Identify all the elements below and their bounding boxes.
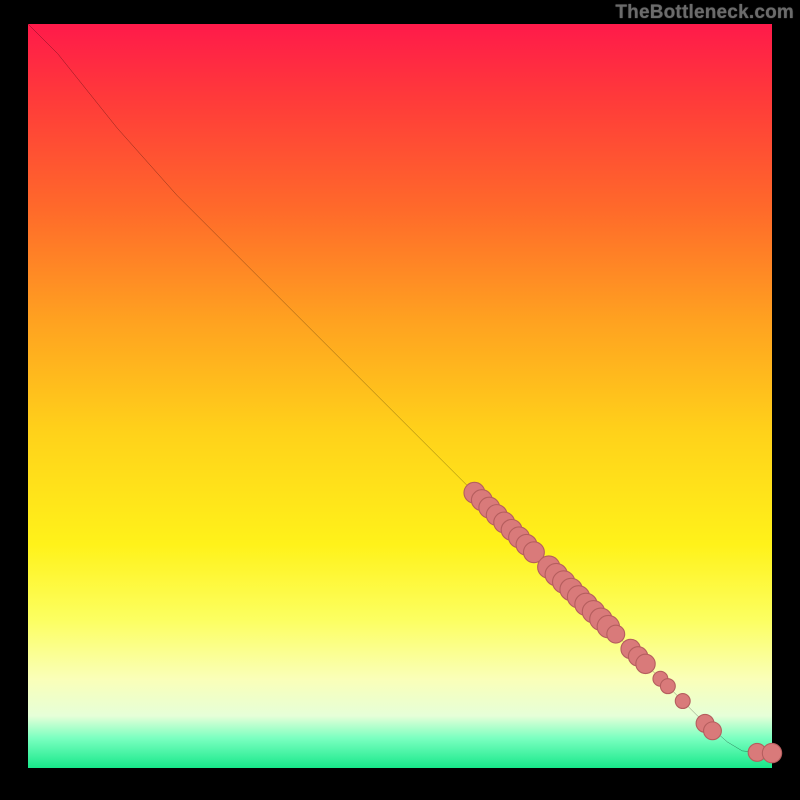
chart-svg bbox=[28, 24, 772, 768]
data-point bbox=[636, 654, 655, 673]
data-point bbox=[704, 722, 722, 740]
data-point bbox=[607, 625, 625, 643]
chart-points bbox=[464, 482, 782, 762]
watermark-label: TheBottleneck.com bbox=[615, 2, 794, 24]
chart-curve bbox=[28, 24, 772, 753]
data-point bbox=[762, 743, 781, 762]
data-point bbox=[675, 694, 690, 709]
data-point bbox=[660, 679, 675, 694]
